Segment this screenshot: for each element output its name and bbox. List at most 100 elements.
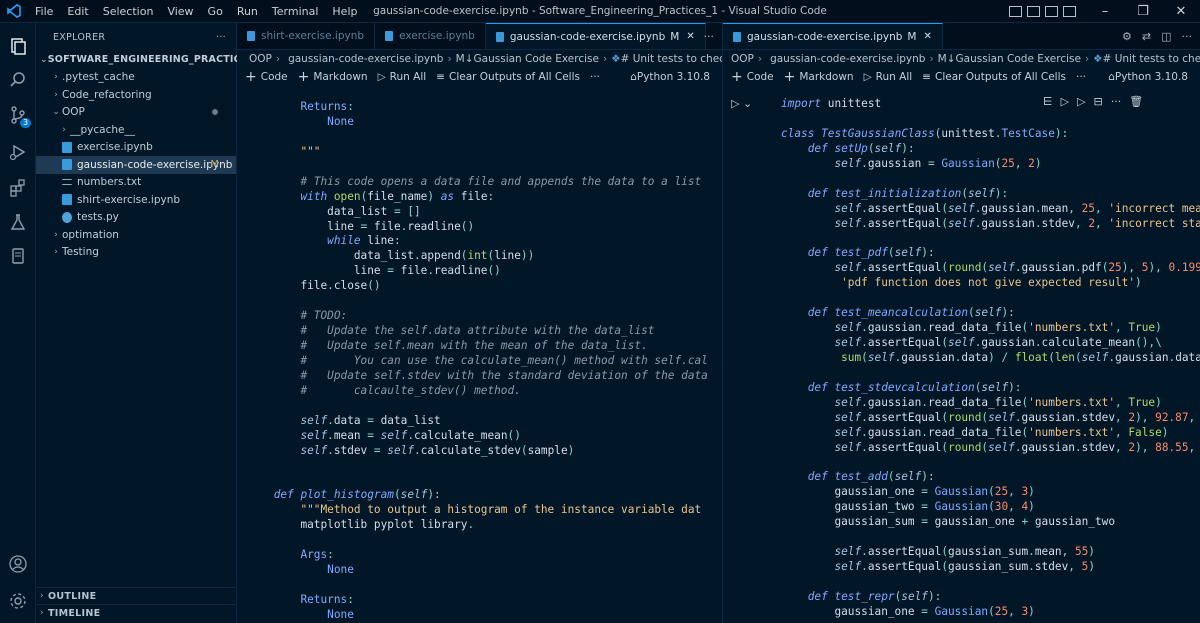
delete-cell-icon[interactable]: 🗑 [1129, 95, 1143, 108]
left-tabs-more-button[interactable]: ··· [704, 23, 715, 50]
breadcrumb-item[interactable]: M↓Gaussian Code Exercise [456, 53, 599, 65]
close-window-button[interactable]: ✕ [1162, 4, 1200, 19]
run-debug-icon[interactable] [0, 135, 36, 169]
execute-above-icon[interactable]: ▷ [1061, 95, 1069, 108]
tab-exercise-ipynb[interactable]: exercise.ipynb [375, 23, 486, 49]
workspace-root[interactable]: ⌄ SOFTWARE_ENGINEERING_PRACTICES_1 [36, 51, 266, 69]
code-line: ​ [247, 473, 708, 488]
add-markdown-cell-button[interactable]: + Markdown [298, 70, 368, 84]
tab-gaussian-code-exercise-ipynb[interactable]: gaussian-code-exercise.ipynb M ✕ [485, 23, 706, 49]
code-line: def test_add(self): [807, 470, 935, 484]
tree-item[interactable]: › .pytest_cache [36, 69, 236, 87]
tree-item-label: .pytest_cache [62, 71, 135, 84]
tree-item[interactable]: tests.py [36, 209, 236, 227]
restore-button[interactable]: ❐ [1124, 4, 1162, 19]
toolbar-more-button-label: ··· [589, 71, 600, 83]
settings-gear-icon[interactable]: ⚙ [1122, 30, 1132, 43]
add-code-cell-button[interactable]: + Code [731, 70, 774, 84]
tree-item[interactable]: › Code_refactoring [36, 86, 236, 104]
run-cell-button[interactable]: ▷ ⌄ [731, 97, 752, 110]
cell-more-button[interactable]: ··· [1111, 95, 1122, 108]
extensions-icon[interactable] [0, 171, 36, 205]
tree-item[interactable]: shirt-exercise.ipynb [36, 191, 236, 209]
code-line: Returns: [300, 592, 354, 606]
code-line: def test_meancalculation(self): [807, 306, 1015, 320]
add-code-cell-button[interactable]: + Code [245, 70, 288, 84]
toolbar-more-button[interactable]: ··· [590, 71, 600, 83]
testing-flask-icon[interactable] [0, 205, 36, 239]
menu-go[interactable]: Go [201, 5, 230, 18]
run-by-line-icon[interactable]: ⋿ [1043, 95, 1053, 108]
layout-panel-icon[interactable] [1027, 6, 1040, 17]
menu-run[interactable]: Run [230, 5, 265, 18]
right-code-cell[interactable]: import unittest​class TestGaussianClass(… [781, 97, 1200, 620]
tree-item[interactable]: › __pycache__ [36, 121, 236, 139]
menu-view[interactable]: View [160, 5, 200, 18]
breadcrumb-item[interactable]: OOP [249, 53, 272, 65]
layout-custom-icon[interactable] [1063, 6, 1076, 17]
jupyter-icon[interactable] [0, 239, 36, 273]
execute-below-icon[interactable]: ▷ [1077, 95, 1085, 108]
timeline-section[interactable]: › TIMELINE [36, 604, 237, 621]
menu-file[interactable]: File [28, 5, 60, 18]
tree-item[interactable]: ⌄ OOP [36, 104, 236, 122]
code-line: # Update the self.data attribute with th… [300, 324, 655, 338]
run-all-button[interactable]: ▷ Run All [378, 71, 427, 83]
breadcrumb-item[interactable]: # Unit tests to check your so [1103, 53, 1200, 65]
outline-section[interactable]: › OUTLINE [36, 587, 237, 604]
code-line: def test_stdevcalculation(self): [807, 380, 1022, 394]
compare-icon[interactable]: ⇄ [1142, 30, 1151, 43]
tree-item[interactable]: gaussian-code-exercise.ipynb M [36, 156, 236, 174]
tree-item[interactable]: exercise.ipynb [36, 139, 236, 157]
code-line: self.stdev = self.calculate_stdev(sample… [300, 443, 575, 457]
breadcrumb-item[interactable]: # Unit tests to check your so [621, 53, 722, 65]
menu-edit[interactable]: Edit [60, 5, 95, 18]
tree-item-label: Testing [62, 246, 99, 259]
toolbar-more-button[interactable]: ··· [1076, 71, 1086, 83]
breadcrumb-separator-icon: › [929, 53, 934, 65]
breadcrumb-item[interactable]: gaussian-code-exercise.ipynb [770, 53, 925, 65]
code-line: self.gaussian.read_data_file('numbers.tx… [834, 395, 1162, 409]
source-control-icon[interactable]: 3 [0, 98, 36, 132]
chevron-right-icon: › [40, 608, 44, 618]
clear-outputs-button[interactable]: ≡ Clear Outputs of All Cells [436, 71, 580, 83]
split-editor-icon[interactable]: ◫ [1161, 30, 1171, 43]
split-cell-icon[interactable]: ⊟ [1094, 95, 1103, 108]
explorer-icon[interactable] [0, 29, 36, 63]
code-line: def setUp(self): [807, 141, 915, 155]
tree-item-label: exercise.ipynb [77, 141, 153, 154]
tree-item[interactable]: › optimation [36, 226, 236, 244]
tree-item[interactable]: › Testing [36, 244, 236, 262]
kernel-picker[interactable]: ⌂ Python 3.10.8 [630, 68, 710, 86]
tab-gaussian-code-exercise-ipynb[interactable]: gaussian-code-exercise.ipynb M ✕ [723, 23, 943, 49]
menu-terminal[interactable]: Terminal [265, 5, 326, 18]
clear-outputs-button[interactable]: ≡ Clear Outputs of All Cells [922, 71, 1066, 83]
more-actions-button[interactable]: ··· [1182, 30, 1193, 43]
left-code-cell[interactable]: Returns: None​ """​ # This code opens a … [247, 100, 708, 623]
breadcrumb-item[interactable]: OOP [731, 53, 754, 65]
layout-sidebar-icon[interactable] [1009, 6, 1022, 17]
breadcrumb-item[interactable]: gaussian-code-exercise.ipynb [288, 53, 443, 65]
account-icon[interactable] [0, 547, 36, 581]
tab-shirt-exercise-ipynb[interactable]: shirt-exercise.ipynb [237, 23, 376, 49]
menu-selection[interactable]: Selection [96, 5, 161, 18]
add-markdown-cell-button[interactable]: + Markdown [784, 70, 854, 84]
explorer-sidebar: EXPLORER ··· ⌄ SOFTWARE_ENGINEERING_PRAC… [36, 23, 266, 623]
close-tab-icon[interactable]: ✕ [923, 31, 931, 42]
minimize-button[interactable]: – [1086, 4, 1124, 19]
code-line: gaussian_two = Gaussian(30, 4) [834, 500, 1035, 514]
search-icon[interactable] [0, 63, 36, 97]
kernel-picker[interactable]: ⌂ Python 3.10.8 [1108, 68, 1188, 86]
code-line: ​ [781, 291, 1200, 306]
tab-label: gaussian-code-exercise.ipynb [509, 30, 666, 43]
breadcrumb-item[interactable]: M↓Gaussian Code Exercise [938, 53, 1081, 65]
explorer-more-button[interactable]: ··· [216, 32, 226, 43]
close-tab-icon[interactable]: ✕ [686, 31, 694, 42]
run-all-button[interactable]: ▷ Run All [864, 71, 913, 83]
layout-secondary-icon[interactable] [1045, 6, 1058, 17]
tree-item[interactable]: numbers.txt [36, 174, 236, 192]
settings-gear-icon[interactable] [0, 584, 36, 618]
code-line: data_list.append(int(line)) [353, 249, 535, 263]
notebook-file-icon [247, 31, 255, 41]
menu-help[interactable]: Help [325, 5, 364, 18]
